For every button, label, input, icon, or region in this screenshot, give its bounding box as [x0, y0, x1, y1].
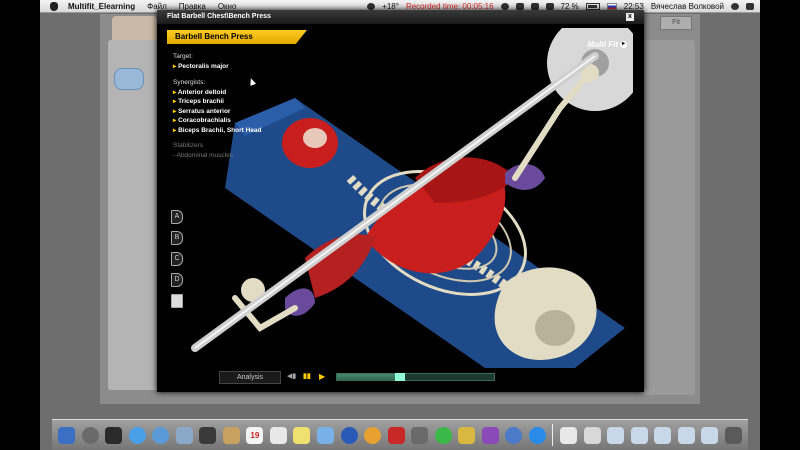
pause-icon[interactable]: ▮▮ — [303, 372, 313, 381]
contacts-icon[interactable] — [222, 426, 240, 444]
synergist-item[interactable]: Biceps Brachii, Short Head — [173, 126, 261, 136]
colorsync-icon[interactable] — [481, 426, 499, 444]
desktop: Multifit_Elearning Файл Правка Окно +18°… — [40, 0, 760, 450]
apple-icon[interactable] — [50, 1, 58, 11]
document-icon[interactable] — [560, 426, 578, 444]
synergist-item[interactable]: Triceps brachii — [173, 97, 262, 107]
app-menu[interactable]: Multifit_Elearning — [68, 2, 135, 11]
photobooth-icon[interactable] — [387, 426, 405, 444]
user-name[interactable]: Вячеслав Волковой — [651, 2, 724, 11]
view-c-button[interactable]: C — [171, 252, 183, 266]
finder-icon[interactable] — [58, 426, 75, 444]
play-icon[interactable]: ▶ — [319, 372, 329, 381]
background-tab[interactable] — [114, 68, 144, 90]
weather-icon[interactable] — [367, 2, 376, 10]
utilities-icon[interactable] — [458, 426, 476, 444]
background-right-tab[interactable]: Fit — [660, 16, 692, 30]
notification-icon[interactable] — [746, 2, 754, 10]
muscle-info-panel: Target: Pectoralis major Synergists: Ant… — [173, 52, 262, 160]
analysis-button[interactable]: Analysis — [219, 371, 281, 384]
logo-play-icon: ▸ — [620, 41, 627, 48]
dock: 19 — [52, 419, 748, 450]
calendar-icon[interactable]: 19 — [246, 426, 264, 444]
progress-fill — [337, 374, 400, 380]
rewind-icon[interactable]: ◀▮ — [287, 372, 297, 381]
chrome-icon[interactable] — [152, 426, 170, 444]
background-right-panel — [643, 40, 695, 395]
window-thumbnail-icon[interactable] — [701, 426, 719, 444]
quicktime-icon[interactable] — [528, 426, 546, 444]
clock-sync-icon[interactable] — [500, 2, 509, 10]
close-button[interactable]: x — [626, 13, 634, 21]
stickies-icon[interactable] — [293, 426, 311, 444]
trash-icon[interactable] — [724, 426, 742, 444]
target-muscle[interactable]: Pectoralis major — [173, 62, 262, 72]
logo-text: Multi Fit — [587, 40, 618, 49]
window-thumbnail-icon[interactable] — [654, 426, 672, 444]
anatomy-viewer[interactable]: Barbell Bench Press Multi Fit ▸ Target: … — [165, 28, 633, 368]
view-d-button[interactable]: D — [171, 273, 183, 287]
spotlight-icon[interactable] — [731, 2, 739, 10]
view-buttons: A B C D — [171, 210, 183, 308]
system-preferences-icon[interactable] — [411, 426, 429, 444]
notes-icon[interactable] — [269, 426, 287, 444]
progress-bar[interactable] — [336, 373, 495, 381]
window-thumbnail-icon[interactable] — [630, 426, 648, 444]
target-label: Target: — [173, 53, 193, 60]
window-thumbnail-icon[interactable] — [677, 426, 695, 444]
window-thumbnail-icon[interactable] — [607, 426, 625, 444]
mail-icon[interactable] — [175, 426, 193, 444]
dock-separator — [552, 424, 554, 446]
view-a-button[interactable]: A — [171, 210, 183, 224]
mission-control-icon[interactable] — [105, 426, 123, 444]
messages-icon[interactable] — [434, 426, 452, 444]
wifi-icon[interactable] — [530, 2, 539, 10]
facetime-icon[interactable] — [199, 426, 217, 444]
playback-controls: Analysis ◀▮ ▮▮ ▶ — [165, 370, 633, 386]
multifit-logo: Multi Fit ▸ — [587, 40, 627, 49]
synergist-item[interactable]: Anterior deltoid — [173, 88, 262, 98]
itunes-icon[interactable] — [364, 426, 382, 444]
synergist-item[interactable]: Coracobrachialis — [173, 116, 262, 126]
window-title: Flat Barbell Chest\Bench Press — [157, 10, 644, 24]
launchpad-icon[interactable] — [81, 426, 99, 444]
stabilizers-label: Stabilizers — [173, 142, 203, 149]
safari-icon[interactable] — [128, 426, 146, 444]
network-icon[interactable] — [505, 426, 523, 444]
preview-icon[interactable] — [317, 426, 335, 444]
volume-icon[interactable] — [545, 2, 554, 10]
synergist-item[interactable]: Serratus anterior — [173, 107, 262, 117]
bluetooth-icon[interactable] — [515, 2, 524, 10]
exercise-title-banner: Barbell Bench Press — [167, 30, 307, 44]
input-language-flag-icon[interactable] — [606, 2, 617, 10]
stabilizer-item[interactable]: - Abdominal muscles — [173, 151, 262, 161]
exercise-window: Flat Barbell Chest\Bench Press x Barbell… — [157, 10, 644, 392]
progress-knob[interactable] — [394, 373, 405, 381]
view-b-button[interactable]: B — [171, 231, 183, 245]
document-icon[interactable] — [171, 294, 183, 308]
downloads-icon[interactable] — [583, 426, 601, 444]
battery-icon[interactable] — [585, 2, 600, 10]
app-store-icon[interactable] — [340, 426, 358, 444]
